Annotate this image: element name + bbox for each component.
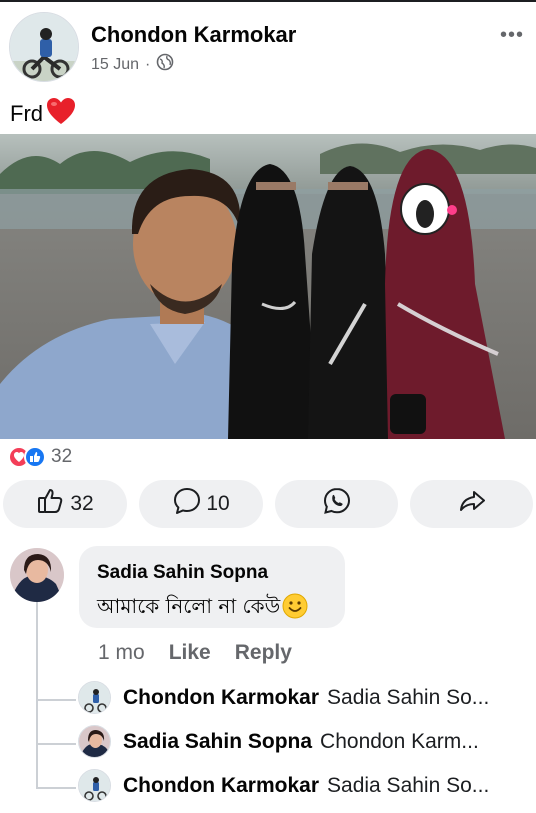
reply-avatar[interactable] [78,681,111,714]
reply-preview[interactable]: Sadia Sahin So... [327,774,489,798]
comment-bubble-icon [172,486,202,522]
comment-author[interactable]: Sadia Sahin Sopna [97,562,268,584]
reaction-count: 32 [51,446,73,467]
post-photo[interactable] [0,134,536,439]
comment-count: 10 [206,492,230,515]
red-heart-icon [45,96,77,132]
share-arrow-icon [457,486,487,522]
comment-age: 1 mo [98,641,145,664]
reply-author[interactable]: Chondon Karmokar [123,686,319,710]
author-avatar[interactable] [9,12,79,82]
reply-avatar[interactable] [78,769,111,802]
like-reaction-icon [24,446,46,468]
reply-item[interactable]: Chondon Karmokar Sadia Sahin So... [78,681,528,714]
thread-line [36,602,38,788]
reactions-summary[interactable]: 32 [8,446,72,468]
thumbs-up-icon [36,486,66,522]
reply-avatar[interactable] [78,725,111,758]
post-date[interactable]: 15 Jun [91,56,139,74]
whatsapp-share-button[interactable] [275,480,398,528]
reply-author[interactable]: Chondon Karmokar [123,774,319,798]
comment-like-button[interactable]: Like [169,641,211,665]
comment-body: আমাকে নিলো না কেউ [97,594,281,618]
reply-item[interactable]: Chondon Karmokar Sadia Sahin So... [78,769,528,802]
post-meta: 15 Jun · [91,53,174,76]
caption-text: Frd [10,101,43,126]
post-author-name[interactable]: Chondon Karmokar [91,22,296,48]
globe-icon [156,53,174,76]
reply-author[interactable]: Sadia Sahin Sopna [123,730,312,754]
thread-branch [36,743,76,745]
smiley-emoji-icon [282,593,308,625]
whatsapp-icon [322,486,352,522]
meta-separator: · [145,55,151,73]
comment-text: আমাকে নিলো না কেউ [97,592,308,625]
reply-item[interactable]: Sadia Sahin Sopna Chondon Karm... [78,725,528,758]
thread-branch [36,787,76,789]
like-button[interactable]: 32 [3,480,127,528]
thread-branch [36,699,76,701]
post-caption: Frd [10,96,77,132]
comment-meta: 1 mo Like Reply [98,641,292,665]
like-count: 32 [70,492,94,515]
top-border [0,0,536,2]
more-options-button[interactable]: ••• [500,24,524,47]
comment-reply-button[interactable]: Reply [235,641,292,665]
reply-preview[interactable]: Chondon Karm... [320,730,479,754]
commenter-avatar[interactable] [10,548,64,602]
share-button[interactable] [410,480,533,528]
comment-button[interactable]: 10 [139,480,263,528]
reply-preview[interactable]: Sadia Sahin So... [327,686,489,710]
